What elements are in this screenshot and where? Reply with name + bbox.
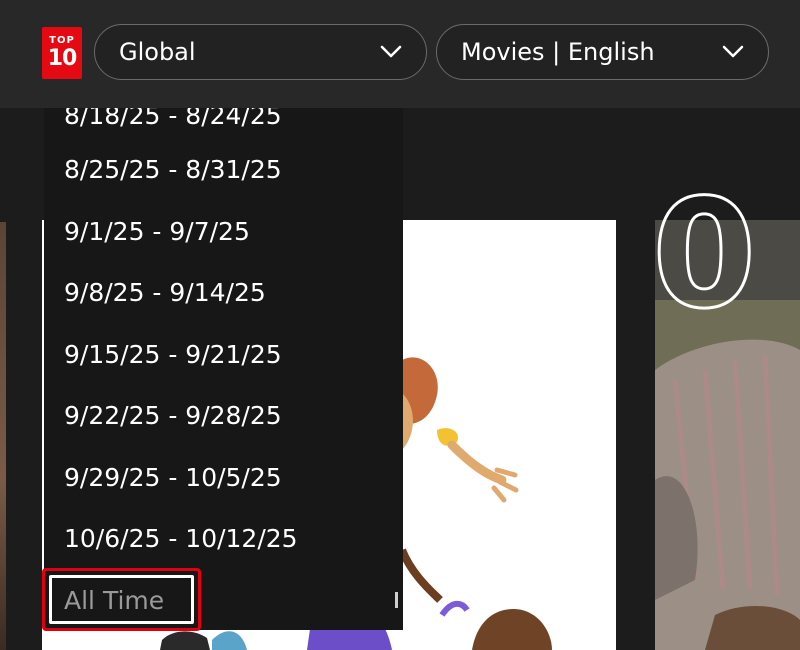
dropdown-option[interactable]: 9/29/25 - 10/5/25 bbox=[44, 448, 403, 506]
dropdown-option[interactable]: 10/6/25 - 10/12/25 bbox=[44, 509, 403, 567]
dropdown-option-all-time[interactable]: All Time bbox=[44, 571, 403, 629]
dropdown-scrollbar[interactable] bbox=[395, 592, 398, 608]
category-select[interactable]: Movies | English bbox=[436, 24, 769, 80]
region-select[interactable]: Global bbox=[94, 24, 427, 80]
dropdown-option[interactable]: 9/15/25 - 9/21/25 bbox=[44, 325, 403, 383]
dropdown-option[interactable]: 9/8/25 - 9/14/25 bbox=[44, 263, 403, 321]
poster-left-partial[interactable] bbox=[0, 222, 6, 650]
header-bar: TOP 10 Global Movies | English bbox=[0, 0, 800, 108]
logo-line-10: 10 bbox=[47, 46, 78, 71]
chevron-down-icon bbox=[722, 45, 744, 58]
chevron-down-icon bbox=[380, 45, 402, 58]
dropdown-option[interactable]: 9/22/25 - 9/28/25 bbox=[44, 386, 403, 444]
category-select-value: Movies | English bbox=[461, 38, 655, 66]
dropdown-option[interactable]: 9/1/25 - 9/7/25 bbox=[44, 202, 403, 260]
week-dropdown-menu[interactable]: 8/18/25 - 8/24/25 8/25/25 - 8/31/25 9/1/… bbox=[44, 108, 403, 630]
rank-number-outline: 0 bbox=[650, 168, 757, 342]
logo-line-top: TOP bbox=[49, 35, 75, 46]
top10-logo: TOP 10 bbox=[42, 27, 82, 79]
dropdown-option[interactable]: 8/25/25 - 8/31/25 bbox=[44, 140, 403, 198]
region-select-value: Global bbox=[119, 38, 196, 66]
dropdown-option[interactable]: 8/18/25 - 8/24/25 bbox=[44, 108, 403, 144]
